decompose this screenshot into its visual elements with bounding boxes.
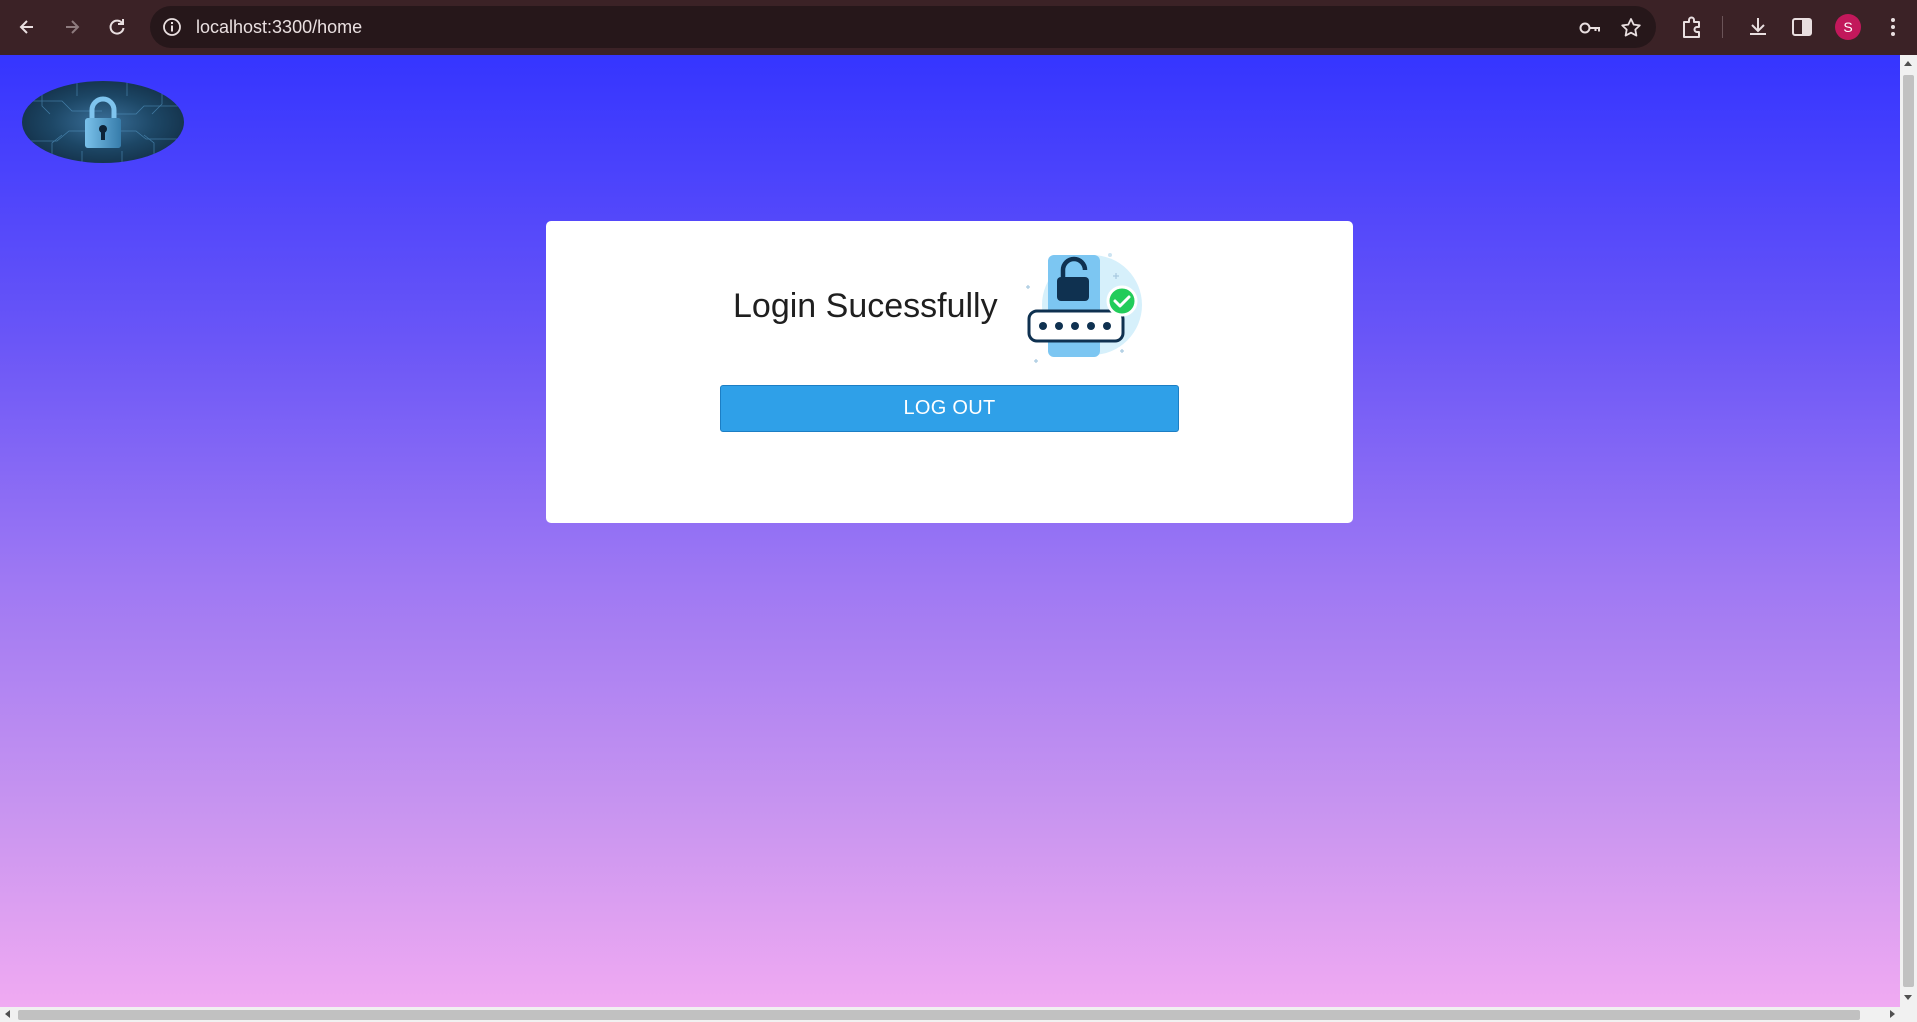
scroll-down-icon[interactable] [1904,995,1912,1000]
profile-avatar[interactable]: S [1835,14,1861,40]
scroll-right-icon[interactable] [1890,1010,1895,1018]
browser-toolbar: localhost:3300/home S [0,0,1917,55]
vertical-scroll-thumb[interactable] [1903,75,1914,987]
back-button[interactable] [10,10,44,44]
arrow-right-icon [66,20,80,34]
padlock-logo-icon [22,81,184,163]
page-viewport: Login Sucessfully LOG OUT [0,55,1900,1007]
download-icon[interactable] [1745,14,1771,40]
key-icon[interactable] [1578,16,1602,40]
forward-button[interactable] [55,10,89,44]
toolbar-separator [1722,16,1723,38]
reload-button[interactable] [100,10,134,44]
puzzle-icon[interactable] [1679,14,1705,40]
success-message: Login Sucessfully [733,287,998,325]
side-panel-icon[interactable] [1789,14,1815,40]
kebab-menu-icon[interactable] [1880,14,1906,40]
url-text[interactable]: localhost:3300/home [196,6,362,48]
horizontal-scrollbar[interactable] [0,1007,1917,1022]
reload-icon [109,19,125,35]
scroll-left-icon[interactable] [5,1010,10,1018]
info-icon[interactable] [162,17,182,37]
address-bar[interactable]: localhost:3300/home [150,6,1656,48]
star-icon[interactable] [1619,16,1643,40]
arrow-left-icon [19,20,33,34]
vertical-scrollbar[interactable] [1900,55,1917,1007]
scroll-up-icon[interactable] [1904,61,1912,66]
login-success-card: Login Sucessfully LOG OUT [546,221,1353,523]
logout-button[interactable]: LOG OUT [720,385,1179,432]
unlocked-password-check-icon [1026,253,1142,363]
horizontal-scroll-thumb[interactable] [18,1010,1860,1020]
